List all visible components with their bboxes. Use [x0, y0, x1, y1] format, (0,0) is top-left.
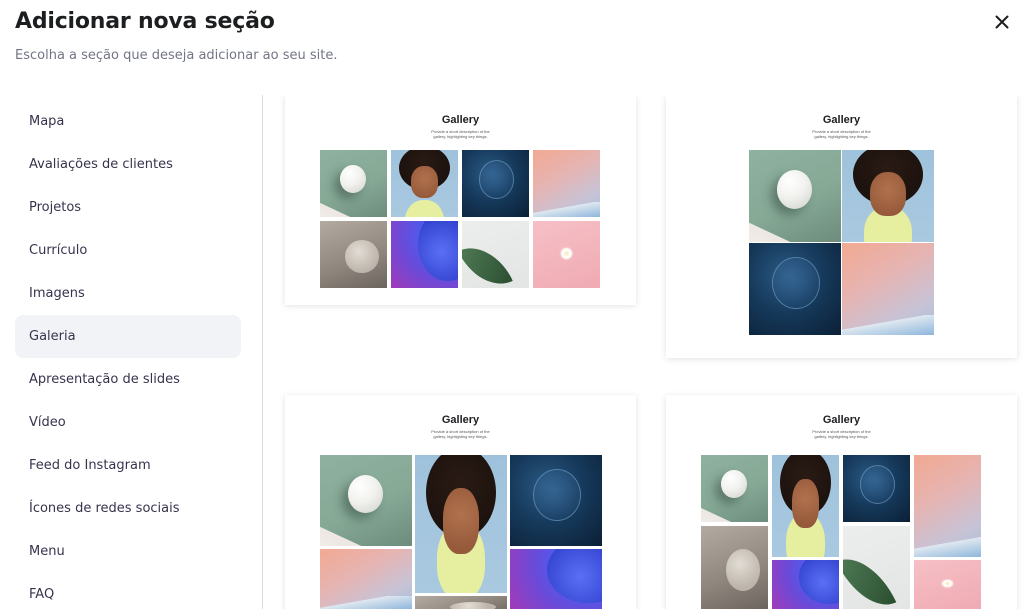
template-title: Gallery [441, 114, 480, 126]
gallery-image [415, 596, 507, 609]
sidebar-item-galeria[interactable]: Galeria [15, 315, 241, 358]
template-card-gallery-grid-4x2[interactable]: Gallery Provide a short description of t… [285, 95, 636, 305]
sidebar-item-label: Avaliações de clientes [29, 157, 173, 172]
sidebar-item-label: Imagens [29, 286, 85, 301]
gallery-image [320, 455, 412, 546]
template-card-gallery-masonry-4-col[interactable]: Gallery Provide a short description of t… [666, 395, 1017, 609]
gallery-image [320, 150, 387, 217]
template-description: Provide a short description of the galle… [812, 429, 871, 439]
sidebar-item-label: Mapa [29, 114, 65, 129]
gallery-image [701, 455, 768, 522]
sidebar-item-label: Vídeo [29, 415, 66, 430]
sidebar-item-label: FAQ [29, 587, 55, 602]
sidebar-item-apresentacao-de-slides[interactable]: Apresentação de slides [15, 358, 241, 401]
section-category-list: Mapa Avaliações de clientes Projetos Cur… [15, 100, 241, 609]
template-title: Gallery [822, 114, 861, 126]
sidebar-item-label: Menu [29, 544, 65, 559]
sidebar-item-label: Currículo [29, 243, 88, 258]
sidebar-item-imagens[interactable]: Imagens [15, 272, 241, 315]
gallery-image [320, 221, 387, 288]
template-title: Gallery [441, 414, 480, 426]
template-description: Provide a short description of the galle… [812, 129, 871, 139]
sidebar-item-projetos[interactable]: Projetos [15, 186, 241, 229]
sidebar-item-label: Apresentação de slides [29, 372, 180, 387]
sidebar-item-label: Feed do Instagram [29, 458, 151, 473]
sidebar-item-label: Galeria [29, 329, 76, 344]
sidebar-item-avaliacoes-de-clientes[interactable]: Avaliações de clientes [15, 143, 241, 186]
sidebar-item-mapa[interactable]: Mapa [15, 100, 241, 143]
sidebar-item-label: Projetos [29, 200, 82, 215]
sidebar-item-video[interactable]: Vídeo [15, 401, 241, 444]
gallery-image [772, 560, 839, 609]
close-icon [995, 15, 1009, 29]
template-card-gallery-masonry-3-col[interactable]: Gallery Provide a short description of t… [285, 395, 636, 609]
sidebar-item-icones-de-redes-sociais[interactable]: Ícones de redes sociais [15, 487, 241, 530]
gallery-image [842, 243, 934, 335]
sidebar-item-curriculo[interactable]: Currículo [15, 229, 241, 272]
gallery-image [462, 221, 529, 288]
gallery-image [843, 526, 910, 609]
gallery-image [415, 455, 507, 593]
template-title: Gallery [822, 414, 861, 426]
gallery-image [533, 221, 600, 288]
sidebar-item-feed-do-instagram[interactable]: Feed do Instagram [15, 444, 241, 487]
gallery-image [842, 150, 934, 242]
gallery-image [701, 526, 768, 609]
gallery-image [510, 549, 602, 609]
gallery-image [914, 455, 981, 557]
gallery-image [320, 549, 412, 609]
modal-title: Adicionar nova seção [15, 9, 275, 34]
gallery-image [391, 221, 458, 288]
gallery-image [749, 150, 841, 242]
gallery-image [533, 150, 600, 217]
gallery-image [843, 455, 910, 522]
gallery-image [391, 150, 458, 217]
sidebar-item-menu[interactable]: Menu [15, 530, 241, 573]
template-card-gallery-grid-2x2[interactable]: Gallery Provide a short description of t… [666, 95, 1017, 358]
template-gallery: Gallery Provide a short description of t… [263, 95, 1024, 609]
modal-subtitle: Escolha a seção que deseja adicionar ao … [15, 48, 338, 63]
gallery-image [772, 455, 839, 557]
gallery-image [462, 150, 529, 217]
gallery-image [914, 560, 981, 609]
close-button[interactable] [990, 10, 1014, 34]
sidebar-item-faq[interactable]: FAQ [15, 573, 241, 609]
template-description: Provide a short description of the galle… [431, 429, 490, 439]
gallery-image [510, 455, 602, 546]
sidebar-item-label: Ícones de redes sociais [29, 501, 180, 516]
gallery-image [749, 243, 841, 335]
template-description: Provide a short description of the galle… [431, 129, 490, 139]
